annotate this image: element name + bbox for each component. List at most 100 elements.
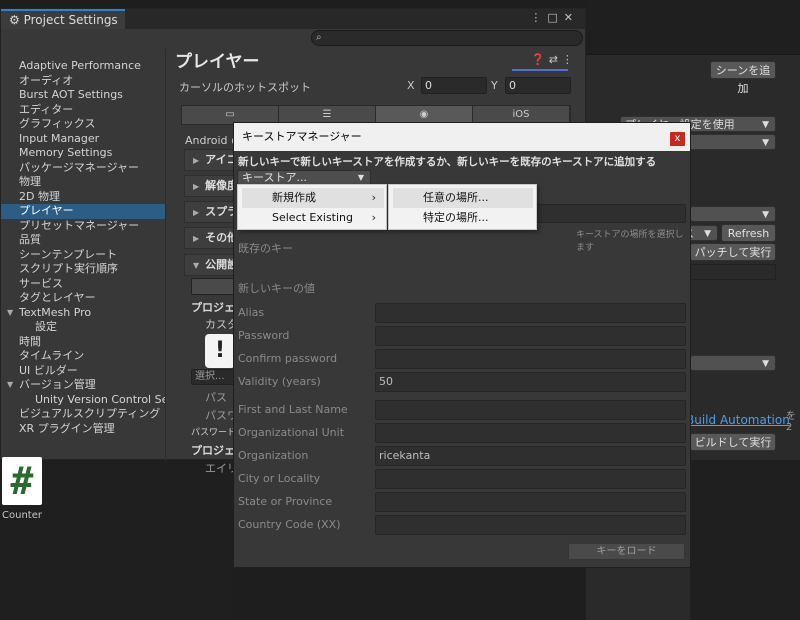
project-settings-tab[interactable]: ⚙ Project Settings: [1, 9, 125, 29]
keystore-context-menu: 新規作成 › Select Existing ›: [237, 184, 387, 230]
keystore-field-input[interactable]: [375, 423, 686, 443]
hotspot-x-label: X: [407, 79, 415, 92]
menu-item-specific-location[interactable]: 特定の場所...: [393, 208, 533, 228]
sidebar-item-label: Burst AOT Settings: [19, 88, 123, 101]
select-keystore-button[interactable]: 選択...: [191, 369, 235, 385]
keystore-field-label: Validity (years): [238, 375, 321, 388]
keystore-field-input[interactable]: [375, 400, 686, 420]
sidebar-item-label: 物理: [19, 175, 41, 188]
keystore-field-label: First and Last Name: [238, 403, 348, 416]
header-accent-line: [512, 69, 568, 71]
keystore-field-input[interactable]: [375, 349, 686, 369]
existing-key-label: 既存のキー: [238, 242, 293, 255]
menu-item-select-existing-label: Select Existing: [272, 211, 354, 224]
chevron-right-icon: ›: [371, 191, 376, 204]
close-icon[interactable]: ✕: [564, 11, 579, 24]
load-key-button[interactable]: キーをロード: [568, 543, 685, 560]
keystore-field-input[interactable]: ricekanta: [375, 446, 686, 466]
build-and-run-button[interactable]: ビルドして実行: [690, 433, 776, 451]
keystore-field-label: Organization: [238, 449, 309, 462]
keystore-instruction: 新しいキーで新しいキーストアを作成するか、新しいキーを既存のキーストアに追加する: [238, 156, 657, 168]
help-icon[interactable]: ❓: [531, 53, 549, 66]
sidebar-item[interactable]: ▼ バージョン管理: [1, 378, 165, 393]
keystore-field-input[interactable]: [375, 469, 686, 489]
settings-search-input[interactable]: ⌕: [311, 30, 583, 46]
sidebar-item[interactable]: Unity Version Control Set: [1, 393, 165, 408]
server-icon: ☰: [322, 109, 332, 120]
tertiary-dropdown[interactable]: ▼: [690, 206, 776, 222]
sidebar-item[interactable]: 物理: [1, 175, 165, 190]
sidebar-item[interactable]: サービス: [1, 277, 165, 292]
menu-item-create-new[interactable]: 新規作成 ›: [242, 188, 384, 208]
keystore-path-hint: キーストアの場所を選択します: [576, 230, 684, 253]
sidebar-item[interactable]: Memory Settings: [1, 146, 165, 161]
sidebar-item[interactable]: Adaptive Performance: [1, 59, 165, 74]
sidebar-item-label: Memory Settings: [19, 146, 113, 159]
hotspot-y-input[interactable]: 0: [505, 77, 571, 94]
sidebar-item-label: オーディオ: [19, 73, 74, 87]
keystore-field-label: Alias: [238, 306, 265, 319]
sidebar-item[interactable]: 時間: [1, 335, 165, 350]
keystore-field-input[interactable]: [375, 515, 686, 535]
chevron-down-icon[interactable]: ▼: [7, 378, 13, 393]
maximize-icon[interactable]: □: [547, 11, 563, 24]
page-title: プレイヤー: [175, 52, 260, 72]
sidebar-item[interactable]: Input Manager: [1, 132, 165, 147]
sidebar-item-label: XR プラグイン管理: [19, 421, 115, 435]
menu-item-create-new-label: 新規作成: [272, 191, 316, 204]
sidebar-item[interactable]: エディター: [1, 103, 165, 118]
more-options-icon[interactable]: ⋮: [562, 53, 577, 66]
counter-script-icon[interactable]: #: [2, 457, 42, 505]
sidebar-item[interactable]: シーンテンプレート: [1, 248, 165, 263]
sidebar-item[interactable]: XR プラグイン管理: [1, 422, 165, 437]
sidebar-item[interactable]: ビジュアルスクリプティング: [1, 407, 165, 422]
menu-item-anywhere[interactable]: 任意の場所...: [393, 188, 533, 208]
sidebar-item[interactable]: パッケージマネージャー: [1, 161, 165, 176]
keystore-field-input[interactable]: [375, 326, 686, 346]
keystore-dropdown[interactable]: キーストア... ▼: [237, 170, 371, 185]
sidebar-item[interactable]: スクリプト実行順序: [1, 262, 165, 277]
sidebar-item[interactable]: ▼ TextMesh Pro: [1, 306, 165, 321]
sidebar-item-label: サービス: [19, 276, 63, 290]
quaternary-dropdown[interactable]: ▼: [690, 355, 776, 371]
sidebar-item-label: TextMesh Pro: [19, 305, 92, 319]
sidebar-item[interactable]: プリセットマネージャー: [1, 219, 165, 234]
add-scene-button[interactable]: シーンを追加: [710, 61, 776, 95]
menu-item-select-existing[interactable]: Select Existing ›: [242, 208, 384, 228]
sidebar-item-label: スクリプト実行順序: [19, 262, 118, 275]
sidebar-item-label: Adaptive Performance: [19, 59, 141, 72]
counter-asset-label[interactable]: Counter: [2, 510, 42, 521]
sidebar-item[interactable]: オーディオ: [1, 74, 165, 89]
sidebar-item-label: タイムライン: [19, 349, 85, 362]
keystore-field-label: Country Code (XX): [238, 518, 341, 531]
sidebar-item[interactable]: プレイヤー: [1, 204, 165, 219]
sidebar-item[interactable]: 設定: [1, 320, 165, 335]
keystore-path-input[interactable]: [533, 204, 686, 223]
sidebar-item[interactable]: UI ビルダー: [1, 364, 165, 379]
build-automation-link[interactable]: Build Automation: [686, 413, 790, 427]
preset-icon[interactable]: ⇄: [549, 53, 562, 66]
refresh-button[interactable]: Refresh: [721, 224, 776, 242]
chevron-down-icon: ▼: [704, 229, 711, 239]
sidebar-item[interactable]: グラフィックス: [1, 117, 165, 132]
chevron-right-icon: ›: [371, 211, 376, 224]
sidebar-item-label: パッケージマネージャー: [19, 160, 140, 174]
keystore-field-input[interactable]: 50: [375, 372, 686, 392]
chevron-down-icon[interactable]: ▼: [7, 306, 13, 321]
more-options-icon[interactable]: ⋮: [530, 11, 547, 24]
sidebar-item[interactable]: Burst AOT Settings: [1, 88, 165, 103]
sidebar-item[interactable]: 2D 物理: [1, 190, 165, 205]
sidebar-item[interactable]: 品質: [1, 233, 165, 248]
close-icon[interactable]: x: [670, 132, 685, 146]
hotspot-x-input[interactable]: 0: [421, 77, 487, 94]
patch-and-run-button[interactable]: パッチして実行: [690, 243, 776, 261]
chevron-down-icon: ▼: [193, 261, 200, 270]
background-input[interactable]: [690, 264, 776, 280]
sidebar-item[interactable]: タイムライン: [1, 349, 165, 364]
chevron-down-icon: ▼: [357, 173, 364, 182]
sidebar-item[interactable]: タグとレイヤー: [1, 291, 165, 306]
sidebar-item-label: プレイヤー: [19, 204, 74, 217]
keystore-field-input[interactable]: [375, 303, 686, 323]
keystore-submenu: 任意の場所... 特定の場所...: [388, 184, 537, 230]
keystore-field-input[interactable]: [375, 492, 686, 512]
